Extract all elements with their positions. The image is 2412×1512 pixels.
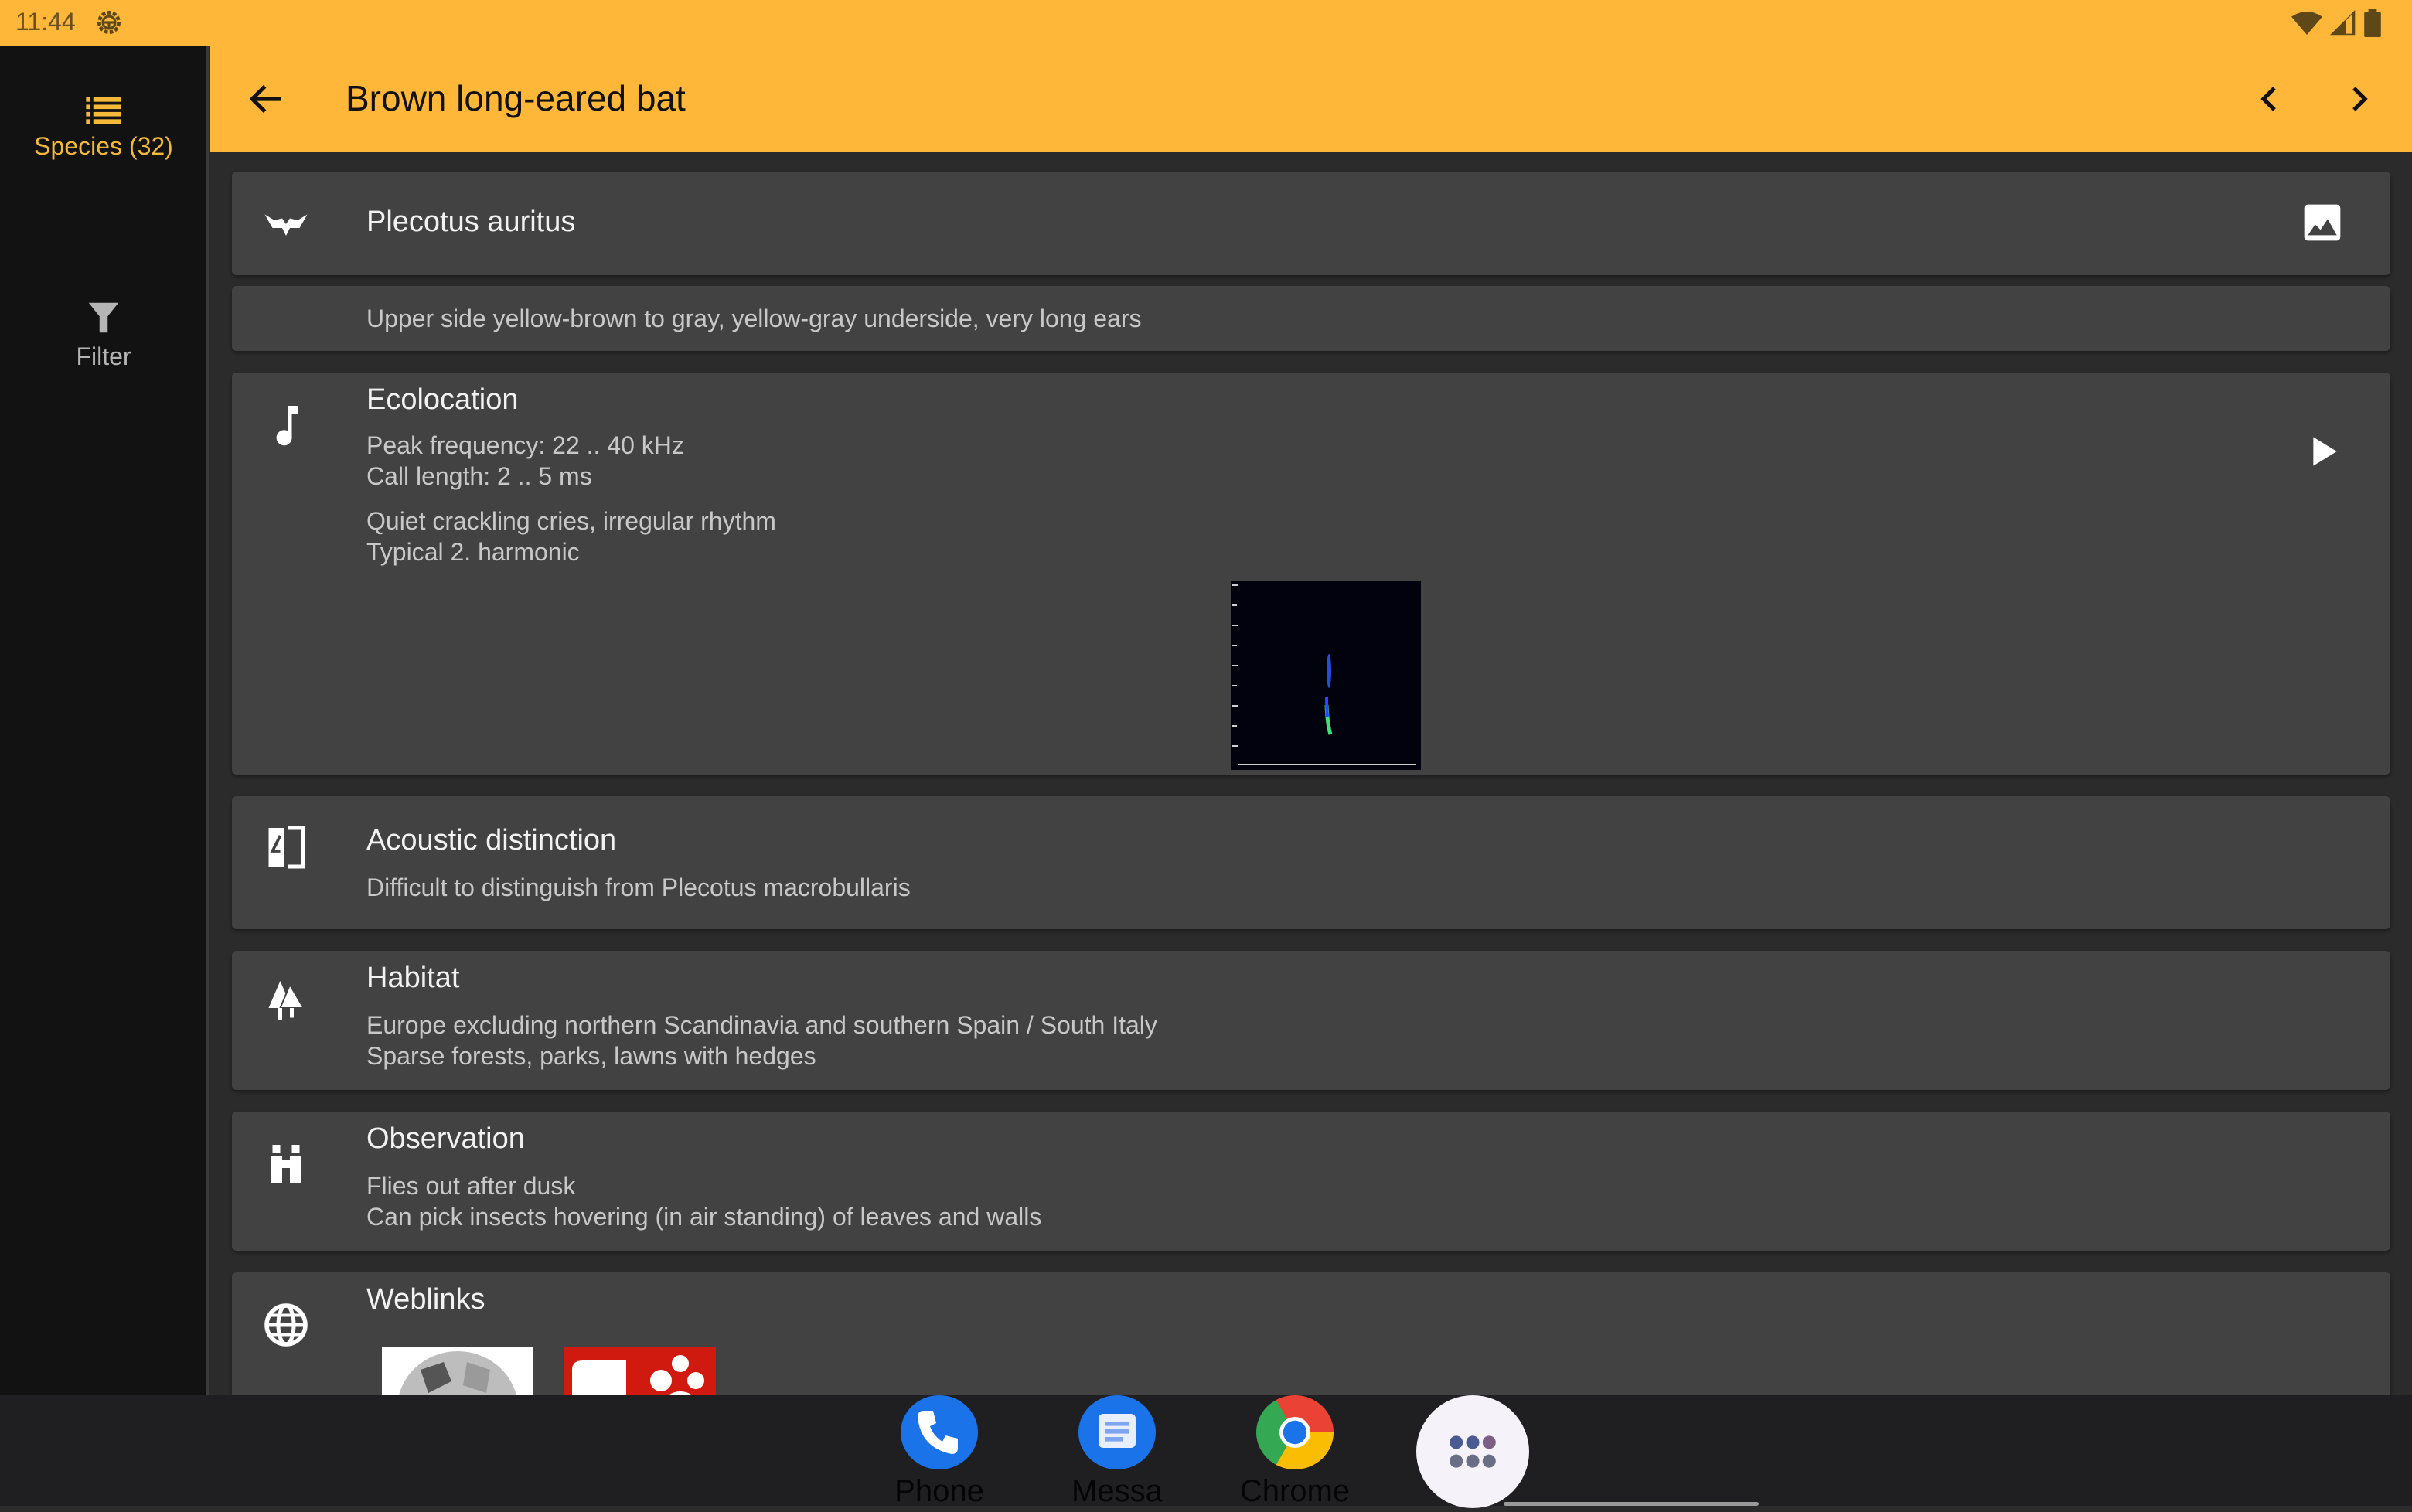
nav-item-species[interactable]: Species (32) [0,97,207,161]
nav-item-filter[interactable]: Filter [0,301,207,371]
observation-line-2: Can pick insects hovering (in air standi… [366,1203,1042,1231]
filter-icon [88,302,119,333]
species-detail-content[interactable]: Plecotus auritus Upper side yellow-brown… [210,152,2412,1395]
peak-frequency: Peak frequency: 22 .. 40 kHz [366,431,684,459]
trees-icon [268,981,305,1020]
wikipedia-globe-icon [399,1351,516,1395]
habitat-line-1: Europe excluding northern Scandinavia an… [366,1011,1157,1039]
wifi-icon [2291,12,2322,35]
chevron-right-icon[interactable] [2340,80,2377,117]
species-name-card: Plecotus auritus [232,172,2390,275]
wikipedia-link[interactable] [382,1347,533,1395]
spectrogram-graphic [1231,581,1421,770]
page-title: Brown long-eared bat [346,78,686,118]
status-bar: 11:44 [0,0,2412,46]
arrow-left-icon[interactable] [245,77,288,121]
navigation-rail: Species (32) Filter [0,46,209,1395]
image-icon[interactable] [2301,201,2344,244]
dock-app-label: Chrome [1239,1474,1351,1508]
habitat-heading: Habitat [366,962,460,994]
status-time: 11:44 [15,8,76,36]
scientific-name: Plecotus auritus [366,206,576,238]
dock-app-label: Phone [894,1474,984,1508]
call-length: Call length: 2 .. 5 ms [366,462,592,490]
acoustic-text: Difficult to distinguish from Plecotus m… [366,873,911,901]
compare-icon [268,826,305,869]
paw-logo-icon [572,1355,704,1395]
chrome-icon [1256,1395,1334,1469]
nav-filter-label: Filter [76,342,131,370]
nav-species-label: Species (32) [34,132,173,160]
binoculars-icon [271,1145,302,1183]
battery-icon [2364,9,2381,37]
spectrogram-image[interactable] [1231,581,1421,770]
dock-app-chrome[interactable]: Chrome [1237,1395,1353,1509]
signal-icon [2330,10,2356,36]
dock-app-messages[interactable]: Messa [1059,1395,1175,1509]
weblinks-card: Weblinks [232,1272,2390,1395]
habitat-card: Habitat Europe excluding northern Scandi… [232,951,2390,1090]
echolocation-card: Ecolocation Peak frequency: 22 .. 40 kHz… [232,373,2390,775]
settings-gear-icon [97,10,121,35]
app-bar: Brown long-eared bat [210,46,2412,152]
play-icon[interactable] [2301,430,2344,473]
echolocation-heading: Ecolocation [366,383,519,416]
globe-icon [264,1303,308,1347]
dock-app-label: Messa [1071,1474,1163,1508]
dock-app-phone[interactable]: Phone [881,1395,997,1509]
acoustic-heading: Acoustic distinction [366,824,617,856]
observation-card: Observation Flies out after dusk Can pic… [232,1112,2390,1251]
chevron-left-icon[interactable] [2251,80,2288,117]
system-icons [2291,9,2381,37]
call-note-2: Typical 2. harmonic [366,538,580,566]
dock-app-drawer[interactable] [1415,1395,1531,1508]
messages-icon [1078,1395,1156,1469]
bat-icon [264,214,308,236]
call-note-1: Quiet crackling cries, irregular rhythm [366,507,776,535]
observation-heading: Observation [366,1122,525,1155]
habitat-line-2: Sparse forests, parks, lawns with hedges [366,1042,816,1070]
list-icon [86,97,121,124]
app-drawer-icon [1416,1395,1529,1508]
gesture-handle[interactable] [1504,1502,1759,1506]
observation-line-1: Flies out after dusk [366,1172,576,1200]
music-note-icon [276,406,298,446]
description-card: Upper side yellow-brown to gray, yellow-… [232,286,2390,351]
weblinks-heading: Weblinks [366,1283,485,1316]
phone-icon [901,1395,978,1469]
acoustic-distinction-card: Acoustic distinction Difficult to distin… [232,796,2390,929]
app-dock: Phone Messa Chrome [0,1395,2412,1509]
paw-link[interactable] [564,1347,716,1395]
species-description: Upper side yellow-brown to gray, yellow-… [366,305,1142,332]
